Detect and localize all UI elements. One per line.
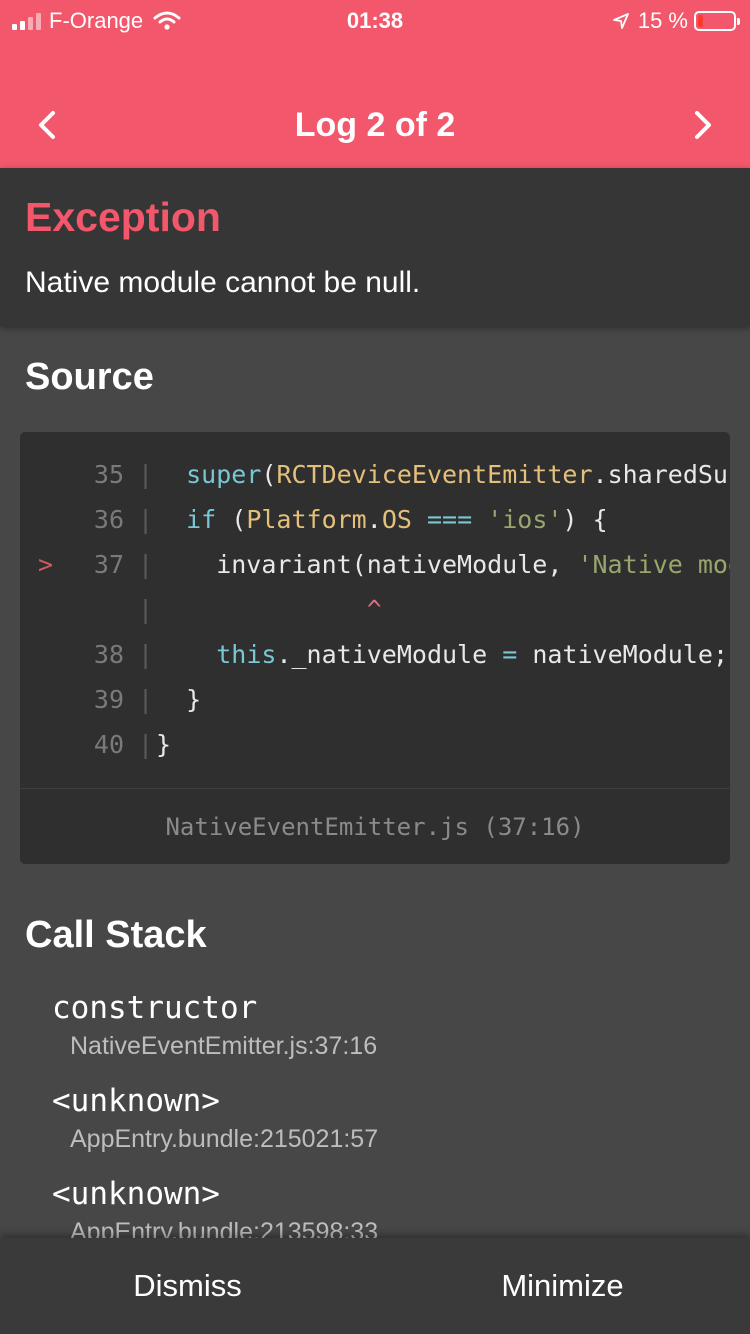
frame-file: NativeEventEmitter.js:37:16 xyxy=(70,1032,378,1060)
stack-frame[interactable]: <unknown> AppEntry.bundle:215021:57 xyxy=(52,1083,378,1154)
line-gutter: | xyxy=(138,505,154,534)
code-token: .sharedSubscriber xyxy=(592,460,730,489)
code-token: invariant(nativeModule, xyxy=(156,550,578,579)
battery-icon xyxy=(694,11,740,31)
code-line: | ^ xyxy=(20,587,730,632)
code-token: 'ios' xyxy=(487,505,563,534)
dismiss-button[interactable]: Dismiss xyxy=(0,1238,375,1334)
code-line: 40 |} xyxy=(20,722,730,767)
exception-title: Exception xyxy=(25,194,221,240)
frame-method: constructor xyxy=(52,990,258,1026)
status-bar: F-Orange 01:38 15 % xyxy=(0,0,750,42)
line-gutter: | xyxy=(138,640,154,669)
line-gutter: | xyxy=(138,460,154,489)
code-line: 38 | this._nativeModule = nativeModule; xyxy=(20,632,730,677)
code-text: super(RCTDeviceEventEmitter.sharedSubscr… xyxy=(156,452,730,497)
code-token: OS xyxy=(381,505,412,534)
battery-area: 15 % xyxy=(612,8,740,34)
log-title: Log 2 of 2 xyxy=(294,105,456,144)
header: F-Orange 01:38 15 % Log 2 of 2 xyxy=(0,0,750,168)
code-text: ^ xyxy=(156,587,730,632)
code-line: >37 | invariant(nativeModule, 'Native mod… xyxy=(20,542,730,587)
code-token: === xyxy=(426,505,473,534)
current-line-marker: > xyxy=(38,550,54,579)
location-arrow-icon xyxy=(612,13,629,29)
line-number: 38 xyxy=(93,640,124,669)
code-token: ( xyxy=(216,505,247,534)
exception-panel: Exception Native module cannot be null. xyxy=(0,168,750,326)
code-token: ) { xyxy=(562,505,608,534)
frame-method: <unknown> xyxy=(52,1083,220,1119)
code-frame[interactable]: 35 | super(RCTDeviceEventEmitter.sharedSu… xyxy=(20,432,730,864)
line-number: 39 xyxy=(93,685,124,714)
chevron-right-icon xyxy=(695,111,711,139)
line-gutter: | xyxy=(138,550,154,579)
line-number: 35 xyxy=(93,460,124,489)
frame-file: AppEntry.bundle:215021:57 xyxy=(70,1125,379,1153)
code-text: if (Platform.OS === 'ios') { xyxy=(156,497,730,542)
line-gutter: | xyxy=(138,730,154,759)
previous-log-button[interactable] xyxy=(22,100,72,150)
minimize-button[interactable]: Minimize xyxy=(375,1238,750,1334)
frame-method: <unknown> xyxy=(52,1176,220,1212)
code-token: if xyxy=(186,505,217,534)
code-token: Platform xyxy=(246,505,367,534)
battery-level xyxy=(698,15,704,27)
code-lines: 35 | super(RCTDeviceEventEmitter.sharedSu… xyxy=(20,452,730,787)
code-text: } xyxy=(156,722,730,767)
line-number: 40 xyxy=(93,730,124,759)
footer-bar: Dismiss Minimize xyxy=(0,1238,750,1334)
next-log-button[interactable] xyxy=(678,100,728,150)
code-token: } xyxy=(156,730,172,759)
code-file-location[interactable]: NativeEventEmitter.js (37:16) xyxy=(20,788,730,864)
line-number: 37 xyxy=(93,550,124,579)
code-text: } xyxy=(156,677,730,722)
line-gutter: | xyxy=(138,685,154,714)
code-token: = xyxy=(502,640,518,669)
code-token: } xyxy=(156,685,202,714)
source-heading: Source xyxy=(25,356,154,398)
code-token: 'Native module cannot be null.' xyxy=(577,550,730,579)
code-token: nativeModule; xyxy=(517,640,728,669)
code-token: ( xyxy=(261,460,277,489)
code-token: this xyxy=(216,640,277,669)
code-line: 36 | if (Platform.OS === 'ios') { xyxy=(20,497,730,542)
code-line: 39 | } xyxy=(20,677,730,722)
code-text: this._nativeModule = nativeModule; xyxy=(156,632,730,677)
code-token: super xyxy=(186,460,262,489)
code-line: 35 | super(RCTDeviceEventEmitter.sharedSu… xyxy=(20,452,730,497)
call-stack-heading: Call Stack xyxy=(25,914,207,956)
stack-frame[interactable]: <unknown> AppEntry.bundle:213598:33 xyxy=(52,1176,378,1247)
code-token: RCTDeviceEventEmitter xyxy=(276,460,593,489)
battery-percent: 15 % xyxy=(637,8,688,33)
code-token: . xyxy=(366,505,382,534)
exception-message: Native module cannot be null. xyxy=(25,266,421,299)
stack-frame[interactable]: constructor NativeEventEmitter.js:37:16 xyxy=(52,990,377,1061)
code-token: ._nativeModule xyxy=(276,640,503,669)
code-text: invariant(nativeModule, 'Native module c… xyxy=(156,542,730,587)
log-navigation: Log 2 of 2 xyxy=(0,82,750,168)
chevron-left-icon xyxy=(39,111,55,139)
code-token: ^ xyxy=(366,595,382,624)
line-number: 36 xyxy=(93,505,124,534)
line-gutter: | xyxy=(138,595,154,624)
